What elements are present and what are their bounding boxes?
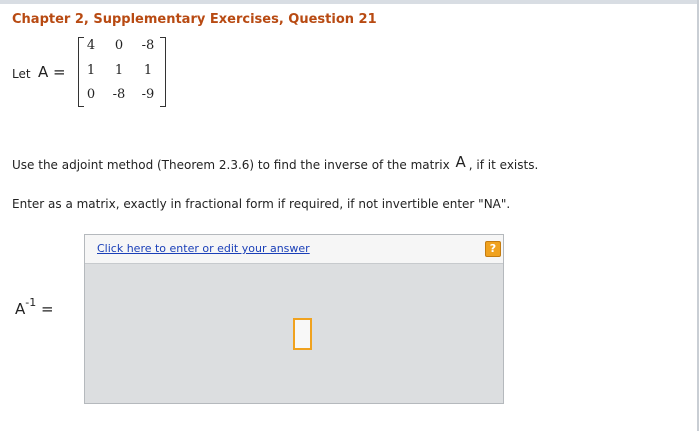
instruction-before: Use the adjoint method (Theorem 2.3.6) t…: [12, 158, 454, 172]
matrix-a: 4 0 -8 1 1 1 0 -8 -9: [78, 37, 166, 107]
inverse-label-base: A: [15, 300, 26, 318]
help-icon[interactable]: ?: [485, 241, 501, 257]
matrix-cell: 1: [114, 63, 124, 78]
matrix-cell: -9: [141, 87, 155, 102]
top-border: [0, 0, 699, 4]
let-label: Let: [12, 67, 31, 81]
matrix-name: A =: [38, 63, 66, 81]
answer-panel-header: Click here to enter or edit your answer …: [85, 235, 503, 264]
enter-answer-link[interactable]: Click here to enter or edit your answer: [97, 242, 310, 255]
instruction-text: Use the adjoint method (Theorem 2.3.6) t…: [12, 153, 539, 173]
instruction-matrix-symbol: A: [455, 153, 466, 171]
matrix-cell: 0: [114, 38, 124, 53]
matrix-cell: 1: [86, 63, 96, 78]
inverse-label-equals: =: [36, 300, 54, 318]
matrix-cell: 4: [86, 38, 96, 53]
matrix-cell: -8: [141, 38, 155, 53]
answer-panel[interactable]: Click here to enter or edit your answer …: [84, 234, 504, 404]
matrix-cell: -8: [112, 87, 126, 102]
inverse-label: A-1 =: [15, 296, 54, 318]
question-title: Chapter 2, Supplementary Exercises, Ques…: [12, 12, 377, 27]
answer-input-placeholder[interactable]: [293, 318, 312, 350]
inverse-label-exponent: -1: [25, 296, 37, 309]
matrix-cell: 0: [86, 87, 96, 102]
instruction-after: , if it exists.: [468, 158, 539, 172]
matrix-cell: 1: [143, 63, 153, 78]
entry-instructions: Enter as a matrix, exactly in fractional…: [12, 197, 511, 211]
